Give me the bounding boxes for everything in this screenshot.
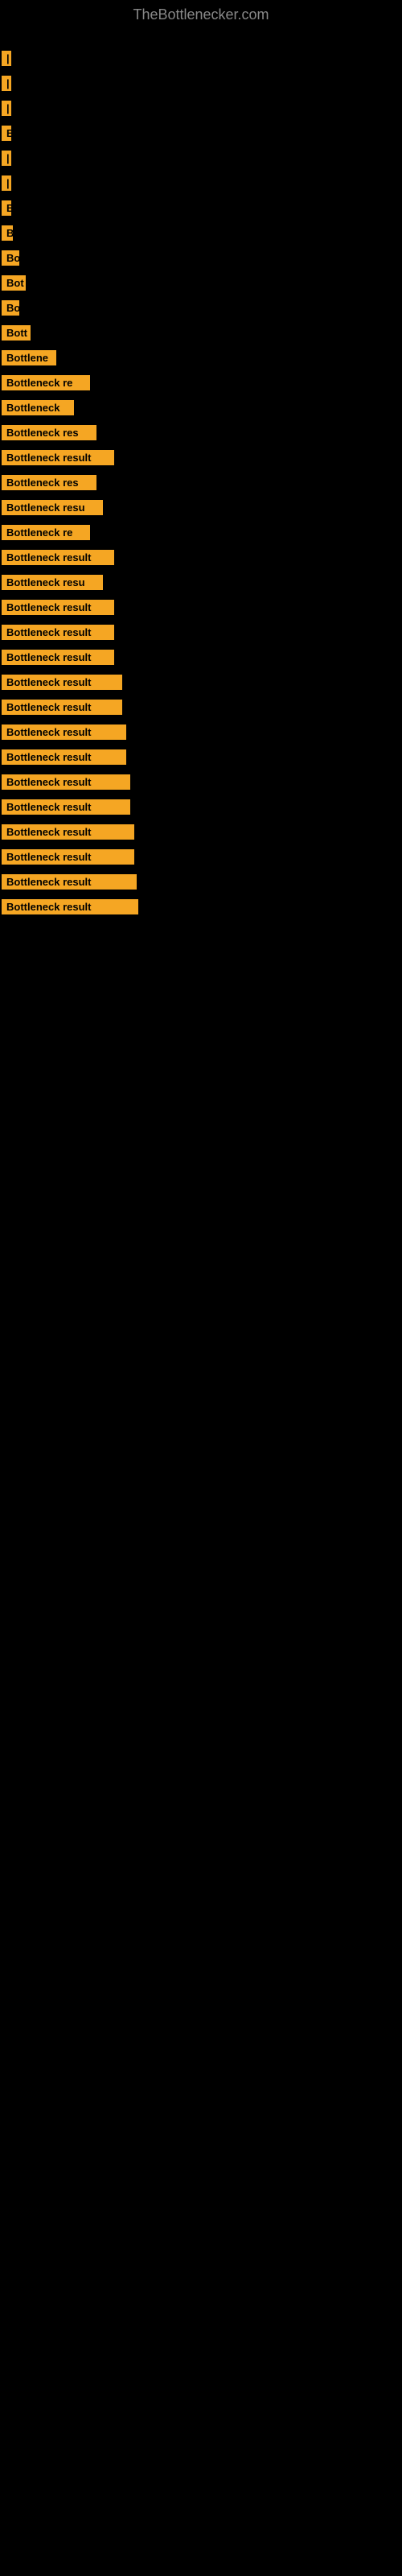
list-item: Bottleneck result bbox=[0, 720, 402, 745]
list-item: | bbox=[0, 146, 402, 171]
site-title: TheBottlenecker.com bbox=[0, 0, 402, 30]
list-item: Bottleneck result bbox=[0, 844, 402, 869]
list-item: Bo bbox=[0, 295, 402, 320]
list-item: B bbox=[0, 121, 402, 146]
bottleneck-result-label: Bottleneck result bbox=[2, 675, 122, 690]
bottleneck-result-label: Bottleneck result bbox=[2, 724, 126, 740]
list-item: Bottleneck resu bbox=[0, 495, 402, 520]
bottleneck-result-label: Bottleneck result bbox=[2, 625, 114, 640]
list-item: Bottleneck result bbox=[0, 620, 402, 645]
list-item: B bbox=[0, 221, 402, 246]
list-item: Bottleneck res bbox=[0, 420, 402, 445]
bottleneck-result-label: Bottleneck re bbox=[2, 375, 90, 390]
bottleneck-result-label: Bottleneck bbox=[2, 400, 74, 415]
list-item: Bottleneck result bbox=[0, 695, 402, 720]
list-item: Bot bbox=[0, 270, 402, 295]
bottleneck-result-label: Bottleneck result bbox=[2, 749, 126, 765]
list-item: Bottleneck resu bbox=[0, 570, 402, 595]
bottleneck-result-label: Bottleneck result bbox=[2, 799, 130, 815]
list-item: Bottleneck re bbox=[0, 520, 402, 545]
bottleneck-result-label: Bott bbox=[2, 325, 31, 341]
bottleneck-result-label: Bottleneck result bbox=[2, 849, 134, 865]
list-item: | bbox=[0, 46, 402, 71]
bottleneck-result-label: Bottleneck result bbox=[2, 899, 138, 914]
list-item: Bottleneck bbox=[0, 395, 402, 420]
bottleneck-result-label: B bbox=[2, 200, 11, 216]
list-item: Bottlene bbox=[0, 345, 402, 370]
bottleneck-result-label: Bottleneck result bbox=[2, 600, 114, 615]
bottleneck-result-label: | bbox=[2, 151, 11, 166]
bottleneck-result-label: Bottleneck result bbox=[2, 650, 114, 665]
list-item: Bott bbox=[0, 320, 402, 345]
bottleneck-result-label: Bottleneck result bbox=[2, 874, 137, 890]
list-item: Bottleneck result bbox=[0, 645, 402, 670]
list-item: B bbox=[0, 196, 402, 221]
bottleneck-result-label: B bbox=[2, 225, 13, 241]
bottleneck-result-label: | bbox=[2, 101, 11, 116]
bottleneck-result-label: Bottleneck result bbox=[2, 550, 114, 565]
list-item: Bo bbox=[0, 246, 402, 270]
list-item: | bbox=[0, 71, 402, 96]
list-item: Bottleneck result bbox=[0, 819, 402, 844]
list-item: | bbox=[0, 96, 402, 121]
bottleneck-result-label: B bbox=[2, 126, 11, 141]
bottleneck-result-label: | bbox=[2, 175, 11, 191]
list-item: Bottleneck result bbox=[0, 795, 402, 819]
bottleneck-result-label: Bottleneck res bbox=[2, 425, 96, 440]
items-container: |||B||BBBoBotBoBottBottleneBottleneck re… bbox=[0, 30, 402, 919]
list-item: Bottleneck result bbox=[0, 545, 402, 570]
bottleneck-result-label: Bottleneck re bbox=[2, 525, 90, 540]
list-item: Bottleneck result bbox=[0, 869, 402, 894]
list-item: Bottleneck res bbox=[0, 470, 402, 495]
list-item: Bottleneck result bbox=[0, 670, 402, 695]
bottleneck-result-label: Bottleneck result bbox=[2, 774, 130, 790]
bottleneck-result-label: Bo bbox=[2, 250, 19, 266]
list-item: | bbox=[0, 171, 402, 196]
bottleneck-result-label: Bottlene bbox=[2, 350, 56, 365]
bottleneck-result-label: Bot bbox=[2, 275, 26, 291]
list-item: Bottleneck result bbox=[0, 445, 402, 470]
bottleneck-result-label: Bo bbox=[2, 300, 19, 316]
list-item: Bottleneck result bbox=[0, 595, 402, 620]
bottleneck-result-label: Bottleneck result bbox=[2, 700, 122, 715]
bottleneck-result-label: Bottleneck result bbox=[2, 824, 134, 840]
list-item: Bottleneck result bbox=[0, 894, 402, 919]
list-item: Bottleneck result bbox=[0, 770, 402, 795]
list-item: Bottleneck re bbox=[0, 370, 402, 395]
list-item: Bottleneck result bbox=[0, 745, 402, 770]
bottleneck-result-label: Bottleneck res bbox=[2, 475, 96, 490]
bottleneck-result-label: | bbox=[2, 51, 11, 66]
bottleneck-result-label: | bbox=[2, 76, 11, 91]
bottleneck-result-label: Bottleneck resu bbox=[2, 500, 103, 515]
bottleneck-result-label: Bottleneck resu bbox=[2, 575, 103, 590]
bottleneck-result-label: Bottleneck result bbox=[2, 450, 114, 465]
